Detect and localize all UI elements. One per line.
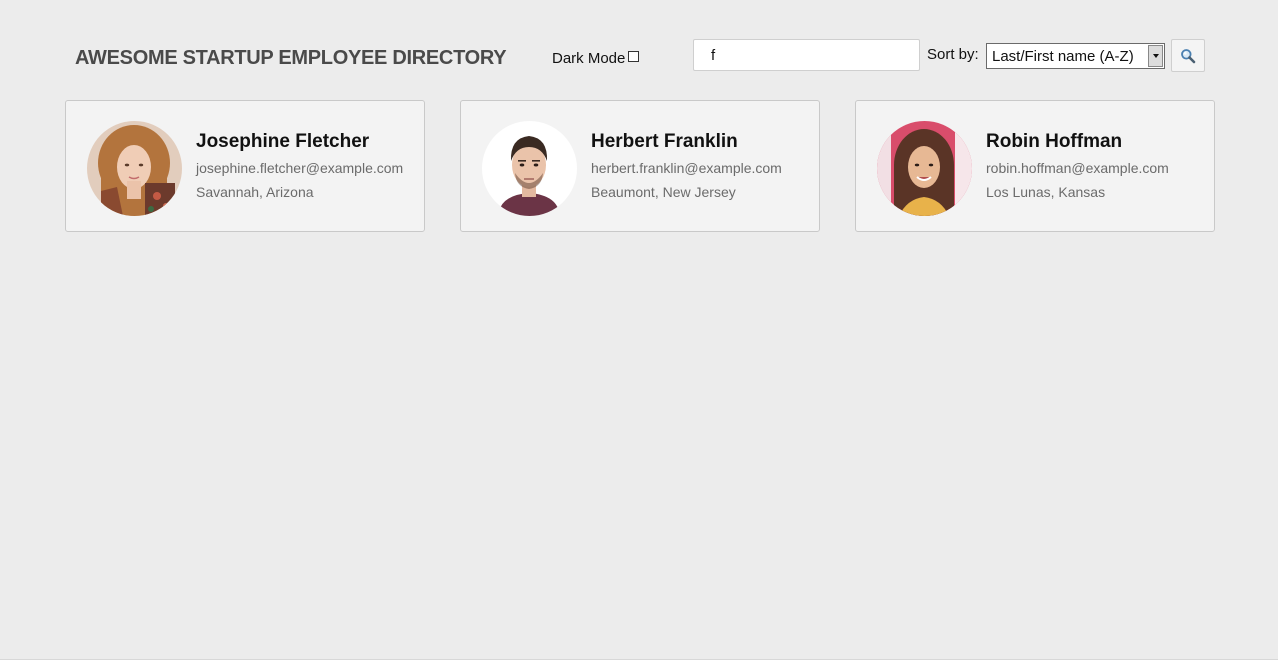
dark-mode-checkbox[interactable]: [628, 51, 640, 62]
avatar: [87, 121, 182, 216]
employee-email: robin.hoffman@example.com: [986, 160, 1169, 176]
avatar: [482, 121, 577, 216]
page-title: AWESOME STARTUP EMPLOYEE DIRECTORY: [75, 47, 507, 69]
chevron-down-icon[interactable]: [1148, 45, 1163, 67]
employee-location: Los Lunas, Kansas: [986, 184, 1106, 200]
employee-email: josephine.fletcher@example.com: [196, 160, 404, 176]
search-button[interactable]: [1171, 39, 1205, 72]
employee-name: Robin Hoffman: [986, 131, 1123, 152]
sort-select[interactable]: Last/First name (A-Z): [986, 43, 1165, 69]
sort-label: Sort by:: [927, 46, 979, 63]
employee-location: Beaumont, New Jersey: [591, 184, 736, 200]
employee-card[interactable]: Robin Hoffman robin.hoffman@example.com …: [855, 100, 1215, 232]
search-input[interactable]: [693, 39, 920, 71]
employee-card[interactable]: Josephine Fletcher josephine.fletcher@ex…: [65, 100, 425, 232]
employee-directory-page: AWESOME STARTUP EMPLOYEE DIRECTORY Dark …: [0, 0, 1278, 660]
search-icon: [1181, 48, 1196, 63]
dark-mode-label: Dark Mode: [552, 50, 626, 67]
dark-mode-toggle[interactable]: Dark Mode: [552, 50, 640, 67]
employee-card[interactable]: Herbert Franklin herbert.franklin@exampl…: [460, 100, 820, 232]
employee-email: herbert.franklin@example.com: [591, 160, 782, 176]
employee-location: Savannah, Arizona: [196, 184, 314, 200]
sort-selected-value: Last/First name (A-Z): [992, 47, 1134, 65]
employee-name: Herbert Franklin: [591, 131, 738, 152]
employee-name: Josephine Fletcher: [196, 131, 370, 152]
avatar: [877, 121, 972, 216]
